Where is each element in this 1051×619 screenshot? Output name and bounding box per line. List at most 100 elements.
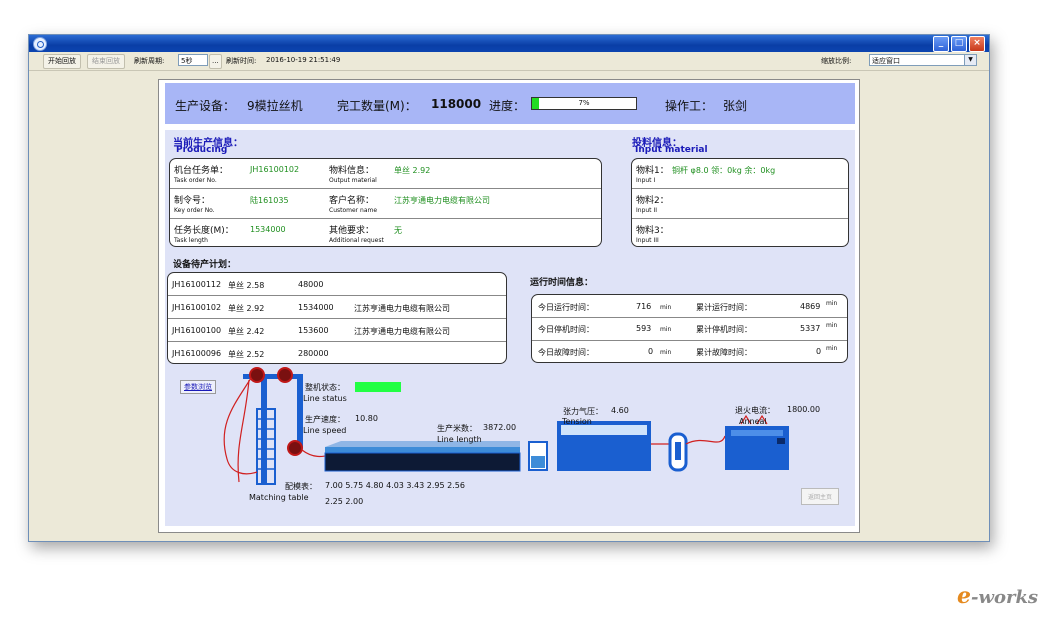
- total-stop-label: 累计停机时间：: [696, 325, 752, 334]
- plan-order-1: JH16100112: [172, 280, 222, 289]
- input-material-box: 物料1： Input I 铜杆 φ8.0 领：0kg 余：0kg 物料2： In…: [631, 158, 849, 247]
- tension-value: 4.60: [611, 406, 629, 415]
- line-status-indicator: [355, 382, 401, 392]
- input-material-title-en: Input material: [635, 145, 708, 155]
- runtime-table: 今日运行时间： 716 min 累计运行时间： 4869 min 今日停机时间：…: [531, 294, 848, 363]
- key-order-value: 陆161035: [250, 196, 289, 205]
- watermark-e: e: [957, 583, 971, 609]
- stop-playback-button[interactable]: 结束回放: [87, 54, 125, 69]
- total-stop-value: 5337: [800, 324, 821, 333]
- task-order-value: JH16100102: [250, 165, 300, 174]
- input1-label: 物料1：: [636, 166, 669, 176]
- total-stop-unit: min: [826, 322, 838, 329]
- plan-length-3: 153600: [298, 326, 329, 335]
- plan-material-2: 单丝 2.92: [228, 304, 265, 313]
- toolbar: 开始回放 结束回放 刷新周期: 5秒 ... 刷新时间: 2016-10-19 …: [29, 52, 989, 71]
- input1-value: 铜杆 φ8.0 领：0kg 余：0kg: [672, 166, 776, 175]
- anneal-en: Anneal: [739, 417, 767, 426]
- total-run-value: 4869: [800, 302, 821, 311]
- anneal-value: 1800.00: [787, 405, 821, 414]
- customer-name-label: 客户名称：: [329, 196, 375, 206]
- output-material-value: 单丝 2.92: [394, 166, 431, 175]
- matching-label: 配模表：: [285, 482, 317, 491]
- drawing-machine-base: [324, 441, 521, 472]
- input1-label-en: Input I: [636, 177, 656, 184]
- drawing-capstan: [528, 441, 548, 471]
- close-icon[interactable]: ×: [969, 36, 985, 52]
- total-fault-unit: min: [826, 345, 838, 352]
- app-window: _ □ × 开始回放 结束回放 刷新周期: 5秒 ... 刷新时间: 2016-…: [28, 34, 990, 542]
- line-status-en: Line status: [303, 394, 347, 403]
- start-playback-button[interactable]: 开始回放: [43, 54, 81, 69]
- drawing-dancer: [668, 432, 726, 472]
- back-home-button[interactable]: 返回主页: [801, 488, 840, 505]
- key-order-label: 制令号：: [174, 196, 211, 206]
- task-length-value: 1534000: [250, 225, 286, 234]
- key-order-label-en: Key order No.: [174, 207, 215, 214]
- matching-en: Matching table: [249, 493, 309, 502]
- plan-title: 设备待产计划：: [173, 260, 237, 270]
- status-header: 生产设备： 9模拉丝机 完工数量(M)： 118000 进度： 7% 操作工： …: [165, 83, 855, 124]
- producing-box: 机台任务单： Task order No. JH16100102 物料信息： O…: [169, 158, 602, 247]
- equipment-value: 9模拉丝机: [247, 99, 303, 113]
- eworks-watermark: e-works: [957, 583, 1038, 609]
- anneal-label: 退火电流：: [735, 406, 775, 415]
- more-button[interactable]: ...: [209, 54, 222, 69]
- task-order-label-en: Task order No.: [174, 177, 217, 184]
- progress-label: 进度：: [489, 99, 526, 113]
- monitor-panel: 生产设备： 9模拉丝机 完工数量(M)： 118000 进度： 7% 操作工： …: [158, 79, 860, 533]
- refresh-period-input[interactable]: 5秒: [178, 54, 208, 66]
- refresh-period-label: 刷新周期:: [134, 57, 165, 65]
- customer-name-label-en: Customer name: [329, 207, 378, 214]
- line-length-label: 生产米数：: [437, 424, 477, 433]
- refresh-time-label: 刷新时间:: [226, 57, 257, 65]
- plan-customer-3: 江苏亨通电力电缆有限公司: [354, 327, 450, 336]
- chevron-down-icon[interactable]: ▼: [964, 55, 976, 65]
- line-speed-en: Line speed: [303, 426, 347, 435]
- plan-material-3: 单丝 2.42: [228, 327, 265, 336]
- app-icon: [33, 37, 47, 51]
- today-fault-unit: min: [660, 349, 672, 356]
- zoom-select-value: 适应窗口: [872, 57, 900, 65]
- drawing-tension-unit: [557, 421, 670, 471]
- task-length-label: 任务长度(M)：: [174, 226, 234, 236]
- producing-title-en: Producing: [176, 145, 228, 155]
- today-stop-value: 593: [636, 324, 652, 333]
- content-area: 当前生产信息： Producing 机台任务单： Task order No. …: [165, 130, 855, 526]
- tension-label: 张力气压：: [563, 407, 603, 416]
- plan-material-4: 单丝 2.52: [228, 350, 265, 359]
- quantity-value: 118000: [431, 97, 482, 111]
- title-bar: _ □ ×: [29, 35, 989, 52]
- maximize-icon[interactable]: □: [951, 36, 967, 52]
- tension-en: Tension: [562, 417, 592, 426]
- minimize-icon[interactable]: _: [933, 36, 949, 52]
- equipment-label: 生产设备：: [175, 99, 236, 113]
- additional-request-label-en: Additional request: [329, 237, 384, 244]
- progress-bar: 7%: [531, 97, 637, 110]
- total-fault-value: 0: [816, 347, 822, 356]
- line-length-value: 3872.00: [483, 423, 517, 432]
- plan-length-4: 280000: [298, 349, 329, 358]
- operator-value: 张剑: [723, 99, 748, 113]
- plan-length-2: 1534000: [298, 303, 334, 312]
- total-fault-label: 累计故障时间：: [696, 348, 752, 357]
- additional-request-value: 无: [394, 226, 402, 235]
- additional-request-label: 其他要求：: [329, 226, 375, 236]
- input2-label-en: Input II: [636, 207, 657, 214]
- input3-label: 物料3：: [636, 226, 669, 236]
- watermark-rest: -works: [971, 587, 1039, 608]
- zoom-select[interactable]: 适应窗口 ▼: [869, 54, 977, 66]
- line-speed-value: 10.80: [355, 414, 378, 423]
- task-order-label: 机台任务单：: [174, 166, 229, 176]
- plan-customer-2: 江苏亨通电力电缆有限公司: [354, 304, 450, 313]
- today-run-value: 716: [636, 302, 652, 311]
- matching-values-row2: 2.25 2.00: [325, 497, 364, 506]
- plan-material-1: 单丝 2.58: [228, 281, 265, 290]
- today-run-label: 今日运行时间：: [538, 303, 594, 312]
- today-run-unit: min: [660, 304, 672, 311]
- output-material-label-en: Output material: [329, 177, 377, 184]
- line-speed-label: 生产速度：: [305, 415, 345, 424]
- today-stop-label: 今日停机时间：: [538, 325, 594, 334]
- matching-values-row1: 7.00 5.75 4.80 4.03 3.43 2.95 2.56: [325, 481, 465, 490]
- today-fault-value: 0: [648, 347, 654, 356]
